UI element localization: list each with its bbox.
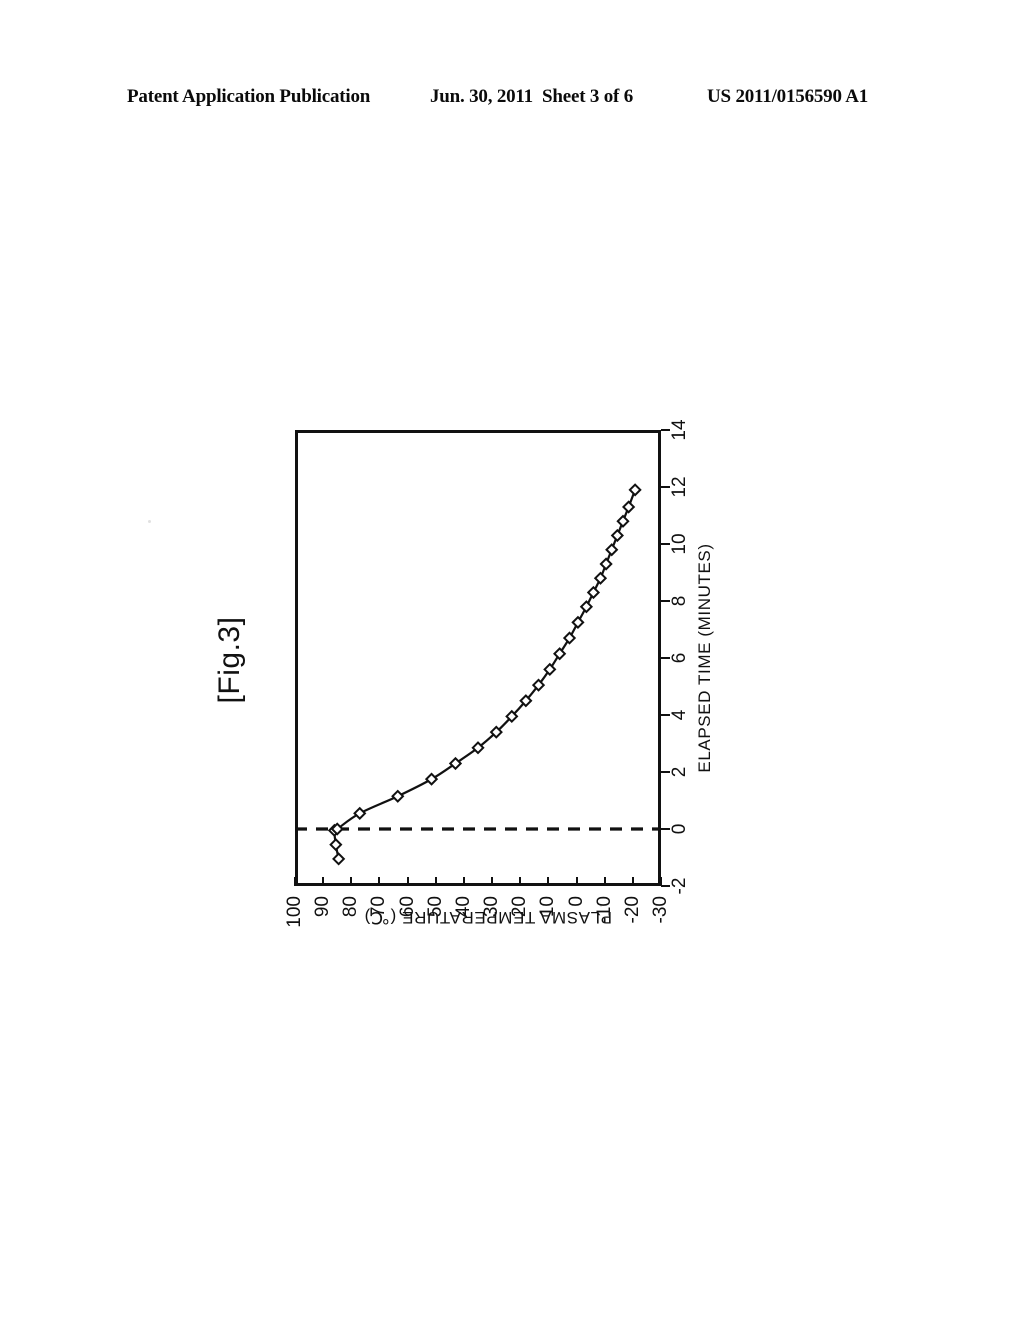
data-point-marker: [571, 615, 585, 629]
chart-data-layer: [295, 483, 661, 866]
x-axis-tick-mark: [661, 771, 670, 773]
data-point-marker: [593, 571, 608, 585]
scan-speck: [148, 520, 151, 523]
x-axis-tick-mark: [661, 828, 670, 830]
data-point-marker: [553, 647, 567, 661]
x-axis-tick-label: 10: [669, 533, 690, 555]
x-axis-tick-mark: [661, 486, 670, 488]
x-axis-tick-mark: [661, 600, 670, 602]
x-axis-title: ELAPSED TIME (MINUTES): [695, 543, 714, 773]
x-axis-tick-mark: [661, 714, 670, 716]
data-point-marker: [610, 528, 624, 543]
x-axis-tick-label: 4: [669, 709, 690, 721]
y-axis-tick-label: 10: [537, 896, 559, 918]
y-axis-tick-label: -10: [593, 896, 615, 924]
data-point-marker: [353, 806, 367, 820]
data-point-marker: [332, 852, 346, 866]
y-axis-tick-label: 80: [340, 896, 362, 918]
x-axis-tick-label: 8: [669, 595, 690, 607]
data-point-marker: [628, 483, 642, 497]
data-point-marker: [329, 838, 343, 852]
figure-3: [Fig.3] 100 90 80 70 60 50 40 30 20 10 0 -10 -20 -30 …: [0, 0, 1024, 1320]
y-axis-tick-label: 90: [312, 896, 334, 918]
x-axis-tick-mark: [661, 657, 670, 659]
y-axis-title: PLASMA TEMPERATURE (℃): [364, 908, 612, 927]
y-axis-tick-label: 50: [424, 896, 446, 918]
y-axis-tick-label: 100: [284, 896, 305, 928]
x-axis-tick-mark: [661, 429, 670, 431]
data-point-marker: [599, 557, 613, 571]
chart-rotor: 100 90 80 70 60 50 40 30 20 10 0 -10 -20 -30 -2 0 2 4 6 8 1…: [284, 360, 725, 960]
x-axis-tick-label: 2: [669, 766, 690, 778]
y-axis-tick-label: -20: [621, 896, 643, 924]
data-point-marker: [424, 772, 439, 786]
data-point-marker: [579, 600, 594, 614]
temperature-series-line: [333, 488, 637, 861]
data-point-marker: [562, 631, 577, 645]
y-axis-tick-label: 30: [481, 896, 503, 918]
data-point-marker: [391, 789, 405, 803]
y-axis-tick-label: 40: [452, 896, 474, 918]
data-point-marker: [616, 514, 630, 528]
temperature-series-markers: [327, 483, 642, 866]
data-point-marker: [586, 585, 601, 600]
data-point-marker: [605, 543, 619, 557]
y-axis-tick-label: 20: [509, 896, 531, 918]
x-axis-tick-mark: [661, 885, 670, 887]
x-axis-tick-label: 6: [669, 652, 690, 664]
y-axis-tick-label: 0: [565, 896, 587, 907]
x-axis-tick-label: 14: [669, 419, 690, 441]
line-chart: 100 90 80 70 60 50 40 30 20 10 0 -10 -20 -30 -2 0 2 4 6 8 1…: [284, 360, 725, 960]
x-axis-tick-label: -2: [669, 877, 690, 895]
x-axis-tick-label: 12: [669, 476, 690, 498]
x-axis-tick-label: 0: [669, 823, 690, 835]
y-axis-tick-label: 60: [396, 896, 418, 918]
y-axis-tick-label: 70: [368, 896, 390, 918]
figure-label: [Fig.3]: [213, 616, 246, 704]
x-axis-tick-mark: [661, 543, 670, 545]
data-point-marker: [622, 500, 636, 514]
